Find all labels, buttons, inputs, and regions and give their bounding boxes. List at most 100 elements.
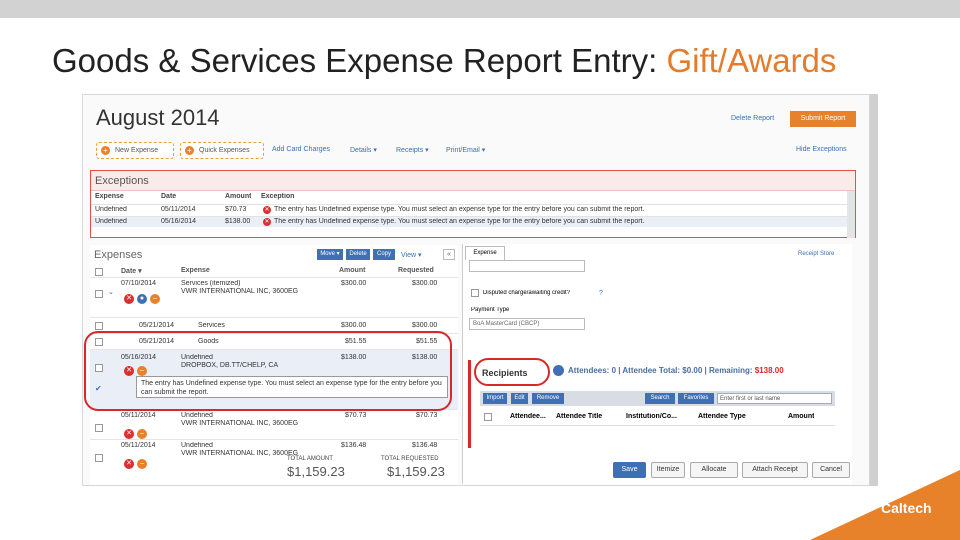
slide-title: Goods & Services Expense Report Entry: G…	[52, 42, 836, 80]
view-menu[interactable]: View ▾	[401, 251, 422, 259]
help-icon[interactable]: ?	[599, 290, 603, 297]
row-checkbox[interactable]	[95, 290, 103, 298]
delete-button[interactable]: Delete	[346, 249, 370, 260]
expense-requested: $300.00	[412, 322, 438, 329]
expense-requested: $70.73	[416, 412, 438, 419]
import-button[interactable]: Import	[483, 393, 507, 404]
exception-row[interactable]: Undefined 05/11/2014 $70.73 ✕ The entry …	[91, 204, 849, 215]
copy-button[interactable]: Copy	[373, 249, 395, 260]
page-scrollbar[interactable]	[870, 94, 878, 486]
receipt-required-icon: –	[150, 294, 160, 304]
exceptions-header: Expense Date Amount Exception	[91, 193, 855, 203]
receipts-menu[interactable]: Receipts ▾	[396, 146, 429, 154]
person-icon	[553, 365, 564, 376]
total-amount-label: TOTAL AMOUNT	[287, 456, 333, 462]
receipt-store-link[interactable]: Receipt Store	[798, 251, 834, 257]
collapse-button[interactable]: «	[443, 249, 455, 260]
total-amount-value: $1,159.23	[287, 464, 345, 479]
error-icon: ✕	[124, 294, 134, 304]
slide-title-main: Goods & Services Expense Report Entry:	[52, 42, 667, 79]
exc-date: 05/16/2014	[161, 218, 197, 225]
hide-exceptions-link[interactable]: Hide Exceptions	[796, 146, 847, 153]
exc-expense: Undefined	[95, 218, 127, 225]
new-expense-label: New Expense	[115, 147, 159, 154]
expense-amount: $70.73	[345, 412, 367, 419]
expense-row[interactable]: 05/11/2014 Undefined VWR INTERNATIONAL I…	[90, 409, 458, 439]
delete-report-link[interactable]: Delete Report	[731, 115, 774, 122]
add-card-charges-link[interactable]: Add Card Charges	[272, 146, 330, 153]
attendee-select-all[interactable]	[484, 413, 492, 421]
disputed-checkbox[interactable]	[471, 289, 479, 297]
move-button[interactable]: Move ▾	[317, 249, 343, 260]
exc-text: The entry has Undefined expense type. Yo…	[274, 206, 645, 213]
expense-date: 05/11/2014	[121, 412, 156, 419]
remove-button[interactable]: Remove	[532, 393, 564, 404]
row-checkbox[interactable]	[95, 424, 103, 432]
remaining-label: Remaining:	[708, 366, 755, 375]
expense-requested: $136.48	[412, 442, 438, 449]
itemize-button[interactable]: Itemize	[651, 462, 685, 478]
attendee-total: Attendee Total: $0.00	[622, 366, 703, 375]
payment-type-select[interactable]: BoA MasterCard (CBCP)	[469, 318, 585, 330]
attach-receipt-button[interactable]: Attach Receipt	[742, 462, 808, 478]
expense-date: 05/21/2014	[139, 322, 175, 329]
new-expense-button[interactable]: + New Expense	[96, 142, 174, 159]
expense-amount: $300.00	[341, 322, 367, 329]
tab-expense[interactable]: Expense	[465, 246, 505, 260]
submit-report-button[interactable]: Submit Report	[790, 111, 856, 127]
attendee-search-button[interactable]: Search	[645, 393, 675, 404]
select-all-checkbox[interactable]	[95, 268, 103, 276]
total-requested-value: $1,159.23	[387, 464, 445, 479]
exceptions-title: Exceptions	[91, 171, 855, 191]
requested-col-header: Requested	[398, 267, 434, 274]
date-sort-header[interactable]: Date ▾	[121, 267, 142, 275]
allocate-button[interactable]: Allocate	[690, 462, 738, 478]
expenses-title: Expenses	[94, 249, 143, 261]
card-icon: ●	[137, 294, 147, 304]
exc-amount: $70.73	[225, 206, 247, 213]
expense-date: 05/11/2014	[121, 442, 156, 449]
exc-text: The entry has Undefined expense type. Yo…	[274, 218, 645, 225]
receipt-required-icon: –	[137, 429, 147, 439]
expense-field-top[interactable]	[469, 260, 585, 272]
exceptions-scrollbar[interactable]	[847, 191, 855, 238]
details-menu[interactable]: Details ▾	[350, 146, 377, 154]
att-col-institution: Institution/Co...	[626, 413, 677, 420]
att-col-type: Attendee Type	[698, 413, 746, 420]
row-checkbox[interactable]	[95, 322, 103, 330]
error-icon: ✕	[124, 459, 134, 469]
total-requested-label: TOTAL REQUESTED	[381, 456, 439, 462]
exc-expense: Undefined	[95, 206, 127, 213]
expense-type: Undefined	[181, 412, 213, 419]
error-icon: ✕	[263, 218, 271, 226]
save-button[interactable]: Save	[613, 462, 646, 478]
edit-button[interactable]: Edit	[511, 393, 528, 404]
row-checkbox[interactable]	[95, 454, 103, 462]
report-month-title: August 2014	[96, 105, 220, 130]
print-email-menu[interactable]: Print/Email ▾	[446, 146, 485, 154]
remaining-value: $138.00	[754, 366, 784, 375]
attendee-toolbar: Import Edit Remove Search Favorites Ente…	[480, 391, 835, 406]
expense-row[interactable]: ⌄ 07/10/2014 Services (itemized) VWR INT…	[90, 277, 458, 317]
exc-date: 05/11/2014	[161, 206, 196, 213]
chevron-down-icon[interactable]: ⌄	[108, 288, 114, 296]
favorites-button[interactable]: Favorites	[678, 393, 714, 404]
quick-expenses-button[interactable]: + Quick Expenses	[180, 142, 264, 159]
receipt-required-icon: –	[137, 459, 147, 469]
attendee-search-input[interactable]: Enter first or last name	[717, 393, 832, 404]
expense-type: Services (itemized)	[181, 280, 241, 287]
caltech-logo: Caltech	[881, 500, 932, 516]
attendee-summary: Attendees: 0 | Attendee Total: $0.00 | R…	[568, 366, 784, 375]
exceptions-panel: Exceptions Expense Date Amount Exception…	[90, 170, 856, 238]
attendee-table-header: Attendee... Attendee Title Institution/C…	[480, 410, 835, 426]
attendees-count: Attendees: 0	[568, 366, 617, 375]
expense-type: Undefined	[181, 442, 213, 449]
exception-row[interactable]: Undefined 05/16/2014 $138.00 ✕ The entry…	[91, 216, 849, 227]
highlight-oval-expense	[84, 331, 452, 411]
error-icon: ✕	[124, 429, 134, 439]
expense-amount: $136.48	[341, 442, 367, 449]
disputed-label: Disputed charge/awaiting credit?	[483, 290, 571, 296]
slide-top-bar	[0, 0, 960, 18]
exc-col-expense: Expense	[95, 193, 124, 200]
exc-col-date: Date	[161, 193, 177, 200]
